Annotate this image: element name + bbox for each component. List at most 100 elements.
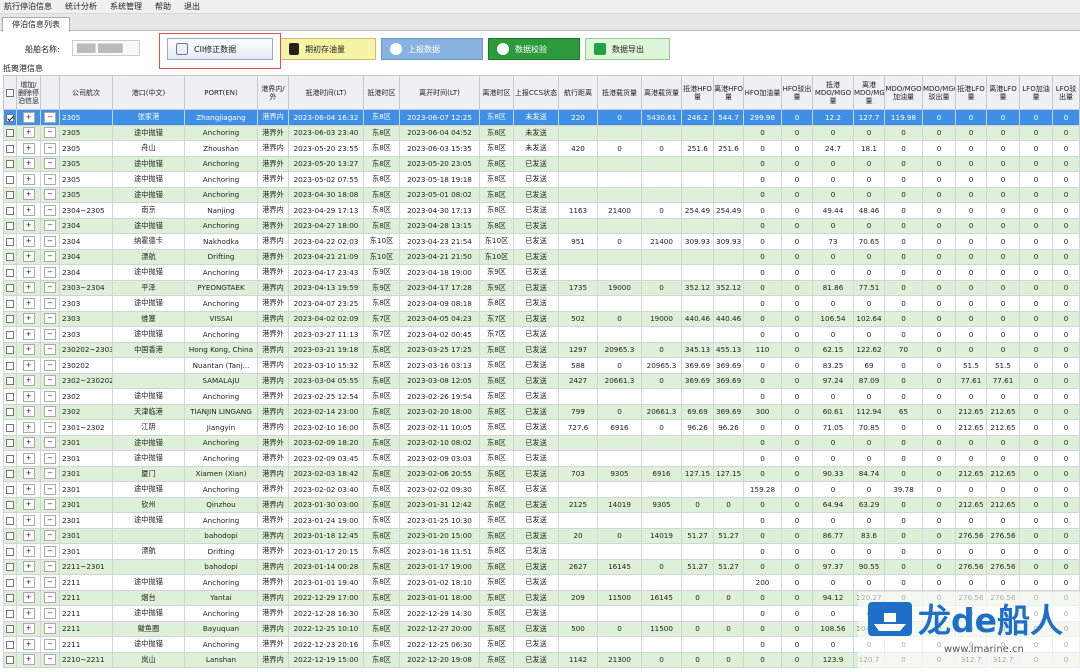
table-cell[interactable]: 0: [922, 186, 956, 203]
table-cell[interactable]: 0: [1052, 651, 1080, 668]
table-cell[interactable]: [681, 450, 714, 467]
table-cell[interactable]: [597, 217, 642, 234]
delete-row-button[interactable]: −: [44, 654, 56, 666]
table-cell[interactable]: 62.15: [812, 341, 854, 358]
ship-name-field[interactable]: ███ ████: [72, 40, 140, 56]
table-cell[interactable]: 2303: [59, 295, 113, 312]
table-cell[interactable]: 东8区: [479, 140, 514, 157]
table-cell[interactable]: [713, 171, 744, 188]
table-cell[interactable]: 73: [812, 233, 854, 250]
table-cell[interactable]: 70.85: [853, 419, 885, 436]
table-cell[interactable]: 2301: [59, 512, 113, 529]
table-cell[interactable]: 港界内: [257, 620, 289, 637]
row-checkbox[interactable]: [6, 516, 14, 525]
table-cell[interactable]: 0: [812, 434, 854, 451]
table-cell[interactable]: 0: [1052, 450, 1080, 467]
table-cell[interactable]: 港界内: [257, 140, 289, 157]
table-cell[interactable]: 77.51: [853, 279, 885, 296]
row-checkbox[interactable]: [6, 237, 14, 246]
table-cell[interactable]: 0: [781, 496, 813, 513]
table-cell[interactable]: 276.56: [955, 589, 987, 606]
table-cell[interactable]: [558, 295, 598, 312]
table-cell[interactable]: 港界内: [257, 341, 289, 358]
table-cell[interactable]: bahodopi: [184, 558, 258, 575]
table-cell[interactable]: 0: [597, 527, 642, 544]
table-cell[interactable]: 0: [812, 636, 854, 653]
table-cell[interactable]: 东10区: [479, 248, 514, 265]
table-cell[interactable]: 110: [743, 341, 782, 358]
table-cell[interactable]: 0: [1052, 217, 1080, 234]
table-cell[interactable]: 0: [641, 372, 682, 389]
table-cell[interactable]: 途中抛锚: [112, 388, 185, 405]
table-cell[interactable]: 0: [1019, 248, 1053, 265]
table-cell[interactable]: 544.7: [713, 109, 744, 126]
table-cell[interactable]: 2023-06-07 12:25: [399, 109, 480, 126]
table-cell[interactable]: [713, 248, 744, 265]
table-cell[interactable]: 已发送: [513, 589, 559, 606]
table-cell[interactable]: 0: [1019, 605, 1053, 622]
table-cell[interactable]: 东8区: [479, 295, 514, 312]
table-cell[interactable]: 已发送: [513, 512, 559, 529]
table-cell[interactable]: 2023-04-17 23:43: [288, 264, 364, 281]
column-header[interactable]: 抵港MDO/MGO量: [812, 75, 854, 110]
table-cell[interactable]: 已发送: [513, 543, 559, 560]
table-cell[interactable]: 0: [1052, 109, 1080, 126]
table-cell[interactable]: 0: [1019, 589, 1053, 606]
table-cell[interactable]: 港界外: [257, 295, 289, 312]
table-cell[interactable]: 212.65: [986, 465, 1020, 482]
table-cell[interactable]: [597, 388, 642, 405]
table-cell[interactable]: [681, 326, 714, 343]
table-cell[interactable]: 0: [884, 140, 923, 157]
table-cell[interactable]: [558, 434, 598, 451]
table-cell[interactable]: 0: [1052, 543, 1080, 560]
table-cell[interactable]: 东8区: [479, 419, 514, 436]
table-cell[interactable]: 0: [1019, 372, 1053, 389]
table-cell[interactable]: 已发送: [513, 434, 559, 451]
table-cell[interactable]: 东8区: [479, 403, 514, 420]
table-cell[interactable]: 51.5: [986, 357, 1020, 374]
delete-row-button[interactable]: −: [44, 545, 56, 557]
table-cell[interactable]: 东8区: [363, 574, 400, 591]
table-cell[interactable]: 0: [781, 140, 813, 157]
table-cell[interactable]: 已发送: [513, 481, 559, 498]
table-cell[interactable]: 0: [1052, 465, 1080, 482]
table-cell[interactable]: 0: [781, 310, 813, 327]
table-cell[interactable]: 0: [1019, 403, 1053, 420]
table-cell[interactable]: 东7区: [479, 326, 514, 343]
table-cell[interactable]: 0: [986, 109, 1020, 126]
table-cell[interactable]: 2023-01-20 15:00: [399, 527, 480, 544]
table-cell[interactable]: 港界外: [257, 512, 289, 529]
table-cell[interactable]: 港界内: [257, 233, 289, 250]
table-cell[interactable]: 20661.3: [641, 403, 682, 420]
table-cell[interactable]: [713, 574, 744, 591]
table-cell[interactable]: 0: [955, 574, 987, 591]
table-cell[interactable]: [641, 434, 682, 451]
table-row[interactable]: + −2302~230202 SAMALAJU 港界内 2023-03-04 05:55…: [3, 372, 1080, 389]
table-cell[interactable]: 799: [558, 403, 598, 420]
table-cell[interactable]: 港界内: [257, 651, 289, 668]
column-header[interactable]: 离港MDO/MGO量: [853, 75, 885, 110]
table-cell[interactable]: 0: [922, 605, 956, 622]
column-header[interactable]: PORT(EN): [184, 75, 258, 110]
table-cell[interactable]: 途中抛锚: [112, 217, 185, 234]
delete-row-button[interactable]: −: [44, 623, 56, 635]
table-cell[interactable]: 0: [812, 186, 854, 203]
add-row-button[interactable]: +: [22, 530, 35, 542]
table-cell[interactable]: 0: [1052, 605, 1080, 622]
table-cell[interactable]: Lanshan: [184, 651, 258, 668]
table-cell[interactable]: 港界外: [257, 574, 289, 591]
table-cell[interactable]: 212.65: [986, 403, 1020, 420]
table-cell[interactable]: 0: [1052, 155, 1080, 172]
menu-exit[interactable]: 退出: [184, 1, 200, 12]
table-cell[interactable]: 0: [781, 527, 813, 544]
table-cell[interactable]: 已发送: [513, 605, 559, 622]
table-cell[interactable]: 0: [922, 310, 956, 327]
table-cell[interactable]: 港界内: [257, 589, 289, 606]
table-cell[interactable]: 东8区: [479, 109, 514, 126]
table-cell[interactable]: 岚山: [112, 651, 185, 668]
table-cell[interactable]: 港界内: [257, 357, 289, 374]
table-cell[interactable]: 2023-02-10 16:00: [288, 419, 364, 436]
table-cell[interactable]: 0: [743, 248, 782, 265]
table-cell[interactable]: 东8区: [479, 124, 514, 141]
table-cell[interactable]: 0: [922, 372, 956, 389]
